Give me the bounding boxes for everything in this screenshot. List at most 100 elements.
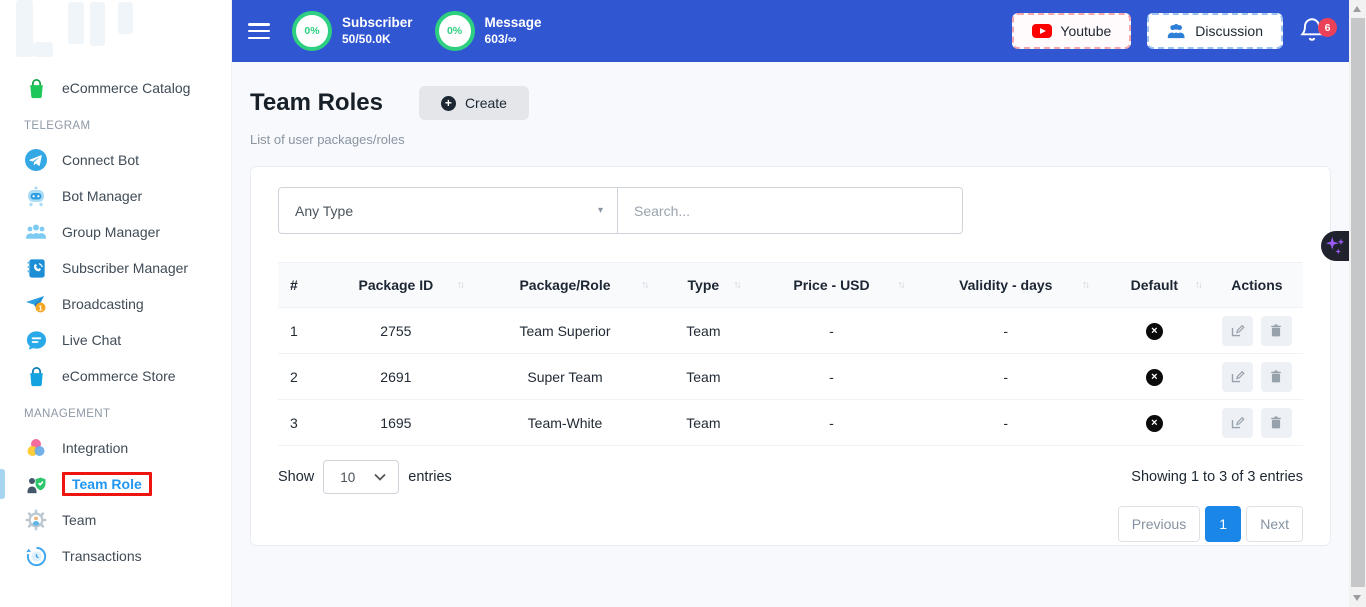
- subscriber-progress-ring: 0%: [292, 11, 332, 51]
- cell-package-id: 2691: [319, 354, 473, 400]
- previous-page-button[interactable]: Previous: [1118, 506, 1200, 542]
- sidebar-item-bot-manager[interactable]: Bot Manager: [0, 178, 231, 214]
- cell-validity: -: [914, 354, 1099, 400]
- sidebar: eCommerce Catalog TELEGRAM Connect Bot B…: [0, 0, 232, 607]
- column-header-actions: Actions: [1211, 263, 1303, 308]
- hamburger-menu-icon[interactable]: [248, 23, 270, 39]
- page-size-value: 10: [340, 470, 355, 485]
- gear-person-icon: [24, 508, 48, 532]
- youtube-button[interactable]: Youtube: [1012, 13, 1131, 49]
- scroll-down-arrow[interactable]: [1353, 595, 1361, 601]
- scroll-up-arrow[interactable]: [1353, 6, 1361, 12]
- chat-bubble-icon: [24, 328, 48, 352]
- delete-button[interactable]: [1261, 362, 1292, 392]
- sidebar-section-management: MANAGEMENT: [0, 394, 231, 430]
- sidebar-item-broadcasting[interactable]: 1 Broadcasting: [0, 286, 231, 322]
- cell-actions: [1211, 400, 1303, 446]
- sort-icon[interactable]: ↑↓: [457, 280, 463, 291]
- sort-icon[interactable]: ↑↓: [1195, 280, 1201, 291]
- vertical-scrollbar[interactable]: [1349, 0, 1366, 607]
- sidebar-item-ecommerce-store[interactable]: eCommerce Store: [0, 358, 231, 394]
- sidebar-item-team-role[interactable]: Team Role: [0, 466, 231, 502]
- scrollbar-thumb[interactable]: [1351, 18, 1365, 587]
- edit-button[interactable]: [1222, 408, 1253, 438]
- type-filter-value: Any Type: [295, 203, 353, 219]
- sidebar-item-group-manager[interactable]: Group Manager: [0, 214, 231, 250]
- page-content: Team Roles + Create List of user package…: [232, 62, 1349, 546]
- discussion-button-label: Discussion: [1195, 23, 1263, 39]
- column-header-package-id[interactable]: Package ID↑↓: [319, 263, 473, 308]
- contact-book-icon: [24, 256, 48, 280]
- team-roles-card: Any Type ▾ # Package ID↑↓ Package/Role↑↓…: [250, 166, 1331, 546]
- cell-default: ×: [1098, 308, 1211, 354]
- page-subtitle: List of user packages/roles: [250, 132, 1331, 147]
- cell-price: -: [750, 400, 914, 446]
- message-stat: 0% Message 603/∞: [435, 11, 542, 51]
- sort-icon[interactable]: ↑↓: [641, 280, 647, 291]
- column-header-num[interactable]: #: [278, 263, 319, 308]
- sidebar-item-label: Connect Bot: [62, 152, 139, 168]
- integration-circles-icon: [24, 436, 48, 460]
- cell-validity: -: [914, 308, 1099, 354]
- notification-bell[interactable]: 6: [1299, 16, 1329, 46]
- plus-circle-icon: +: [441, 96, 456, 111]
- shopping-bag-green-icon: [24, 76, 48, 100]
- cell-price: -: [750, 308, 914, 354]
- cell-num: 3: [278, 400, 319, 446]
- show-label: Show: [278, 469, 314, 485]
- sidebar-item-live-chat[interactable]: Live Chat: [0, 322, 231, 358]
- sort-icon[interactable]: ↑↓: [734, 280, 740, 291]
- message-stat-label: Message: [485, 15, 542, 32]
- discussion-button[interactable]: Discussion: [1147, 13, 1283, 49]
- create-button-label: Create: [465, 95, 507, 111]
- column-header-package-role[interactable]: Package/Role↑↓: [473, 263, 658, 308]
- edit-button[interactable]: [1222, 316, 1253, 346]
- ai-assistant-tab[interactable]: [1321, 231, 1349, 261]
- current-page-button[interactable]: 1: [1205, 506, 1241, 542]
- edit-button[interactable]: [1222, 362, 1253, 392]
- sidebar-item-subscriber-manager[interactable]: Subscriber Manager: [0, 250, 231, 286]
- sort-icon[interactable]: ↑↓: [898, 280, 904, 291]
- column-header-price[interactable]: Price - USD↑↓: [750, 263, 914, 308]
- sidebar-item-ecommerce-catalog[interactable]: eCommerce Catalog: [0, 70, 231, 106]
- sidebar-section-telegram: TELEGRAM: [0, 106, 231, 142]
- discussion-users-icon: [1167, 23, 1187, 39]
- column-header-type[interactable]: Type↑↓: [657, 263, 749, 308]
- table-header-row: # Package ID↑↓ Package/Role↑↓ Type↑↓ Pri…: [278, 263, 1303, 308]
- robot-icon: [24, 184, 48, 208]
- next-page-button[interactable]: Next: [1246, 506, 1303, 542]
- message-progress-ring: 0%: [435, 11, 475, 51]
- type-filter-select[interactable]: Any Type ▾: [278, 187, 618, 234]
- create-button[interactable]: + Create: [419, 86, 529, 120]
- sidebar-item-integration[interactable]: Integration: [0, 430, 231, 466]
- cell-type: Team: [657, 400, 749, 446]
- cell-package-role: Super Team: [473, 354, 658, 400]
- delete-button[interactable]: [1261, 408, 1292, 438]
- cell-price: -: [750, 354, 914, 400]
- team-roles-table: # Package ID↑↓ Package/Role↑↓ Type↑↓ Pri…: [278, 262, 1303, 446]
- column-header-validity[interactable]: Validity - days↑↓: [914, 263, 1099, 308]
- logo-placeholder: [0, 0, 231, 60]
- cell-package-role: Team Superior: [473, 308, 658, 354]
- sidebar-item-team[interactable]: Team: [0, 502, 231, 538]
- delete-button[interactable]: [1261, 316, 1292, 346]
- page-size-select[interactable]: 10: [323, 460, 399, 494]
- table-row: 1 2755 Team Superior Team - - ×: [278, 308, 1303, 354]
- cell-package-role: Team-White: [473, 400, 658, 446]
- svg-text:1: 1: [38, 304, 42, 313]
- cell-num: 2: [278, 354, 319, 400]
- sidebar-item-label: Bot Manager: [62, 188, 142, 204]
- youtube-button-label: Youtube: [1060, 23, 1111, 39]
- sidebar-item-label: Subscriber Manager: [62, 260, 188, 276]
- sort-icon[interactable]: ↑↓: [1082, 280, 1088, 291]
- entries-label: entries: [408, 469, 452, 485]
- column-header-default[interactable]: Default↑↓: [1098, 263, 1211, 308]
- search-input[interactable]: [618, 187, 963, 234]
- top-navbar: 0% Subscriber 50/50.0K 0% Message 603/∞ …: [232, 0, 1349, 62]
- cell-type: Team: [657, 308, 749, 354]
- cell-default: ×: [1098, 354, 1211, 400]
- sparkles-icon: [1324, 234, 1346, 258]
- sidebar-item-transactions[interactable]: Transactions: [0, 538, 231, 574]
- sidebar-item-connect-bot[interactable]: Connect Bot: [0, 142, 231, 178]
- cell-default: ×: [1098, 400, 1211, 446]
